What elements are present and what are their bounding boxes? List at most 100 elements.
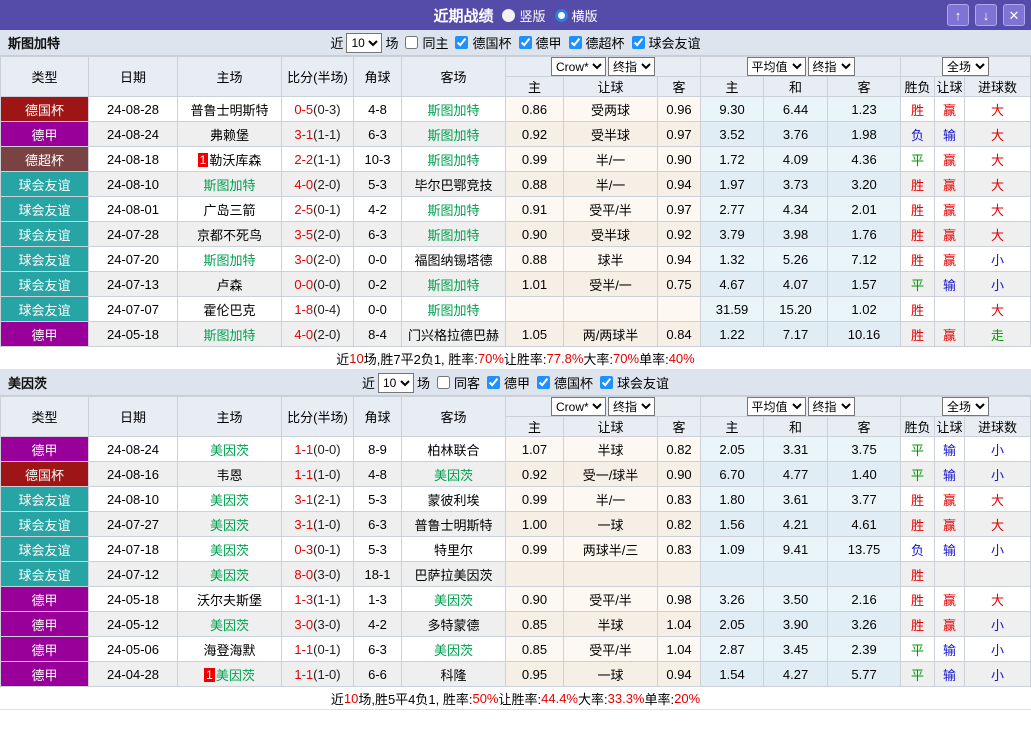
league-checkbox-0[interactable] <box>455 36 468 49</box>
same-venue-checkbox[interactable] <box>405 36 418 49</box>
away-team-name: 蒙彼利埃 <box>427 493 479 508</box>
home-team: 美因茨 <box>178 562 282 587</box>
avg-away: 13.75 <box>828 537 901 562</box>
avg-away: 1.76 <box>828 222 901 247</box>
away-team: 美因茨 <box>402 462 506 487</box>
close-button[interactable]: ✕ <box>1003 4 1025 26</box>
layout-radio-horizontal[interactable]: 横版 <box>555 6 598 25</box>
handicap-result: 赢 <box>935 487 965 512</box>
column-header-1: 日期 <box>89 397 178 437</box>
odds-company-select[interactable]: Crow* <box>551 397 606 416</box>
handicap-result: 赢 <box>935 197 965 222</box>
odds-away: 0.83 <box>658 537 701 562</box>
radio-unselected-icon[interactable] <box>502 9 515 22</box>
score-cell: 2-2(1-1) <box>282 147 354 172</box>
odds-handicap-line: 受半球 <box>564 222 658 247</box>
sub-header-0-0: 主 <box>506 417 564 437</box>
result-winloss: 平 <box>901 462 935 487</box>
final-odds-select[interactable]: 终指 <box>608 397 655 416</box>
odds-handicap-line: 受平/半 <box>564 587 658 612</box>
goals-result: 小 <box>965 437 1031 462</box>
summary-segment-9: 40% <box>669 351 695 366</box>
score-cell: 0-3(0-1) <box>282 537 354 562</box>
odds-handicap-line: 受两球 <box>564 97 658 122</box>
match-type-badge: 球会友谊 <box>1 297 89 322</box>
league-checkbox-3[interactable] <box>632 36 645 49</box>
corner-count: 10-3 <box>354 147 402 172</box>
summary-segment-3: 70% <box>478 351 504 366</box>
avg-away: 1.98 <box>828 122 901 147</box>
column-header-4: 角球 <box>354 57 402 97</box>
handicap-result: 赢 <box>935 97 965 122</box>
corner-count: 6-3 <box>354 512 402 537</box>
odds-handicap-line: 受平/半 <box>564 637 658 662</box>
summary-segment-1: 10 <box>344 691 358 706</box>
home-team: 弗赖堡 <box>178 122 282 147</box>
home-team: 美因茨 <box>178 612 282 637</box>
radio-selected-icon[interactable] <box>555 9 568 22</box>
match-date: 24-08-10 <box>89 487 178 512</box>
fulltime-select[interactable]: 全场 <box>942 57 989 76</box>
avg-away: 10.16 <box>828 322 901 347</box>
average-select[interactable]: 平均值 <box>747 397 806 416</box>
sub-header-0-1: 让球 <box>564 77 658 97</box>
final-odds-select[interactable]: 终指 <box>608 57 655 76</box>
recent-count-select[interactable]: 10 <box>346 33 382 53</box>
avg-draw: 6.44 <box>764 97 828 122</box>
result-winloss: 胜 <box>901 612 935 637</box>
league-checkbox-2[interactable] <box>569 36 582 49</box>
record-summary: 近10场,胜5平4负1, 胜率:50% 让胜率:44.4% 大率:33.3% 单… <box>0 687 1031 710</box>
away-team: 蒙彼利埃 <box>402 487 506 512</box>
avg-home: 1.97 <box>701 172 764 197</box>
goals-result: 大 <box>965 487 1031 512</box>
match-date: 24-08-18 <box>89 147 178 172</box>
match-type-badge: 球会友谊 <box>1 487 89 512</box>
avg-home: 2.05 <box>701 437 764 462</box>
score-cell: 0-5(0-3) <box>282 97 354 122</box>
away-team-name: 斯图加特 <box>427 278 479 293</box>
column-header-3: 比分(半场) <box>282 57 354 97</box>
odds-away: 0.82 <box>658 512 701 537</box>
league-checkbox-1[interactable] <box>537 376 550 389</box>
away-team-name: 普鲁士明斯特 <box>414 518 492 533</box>
match-type-badge: 德甲 <box>1 322 89 347</box>
move-up-button[interactable]: ↑ <box>947 4 969 26</box>
recent-count-select[interactable]: 10 <box>378 373 414 393</box>
fulltime-select[interactable]: 全场 <box>942 397 989 416</box>
home-team-name: 斯图加特 <box>203 328 255 343</box>
score-cell: 1-1(0-1) <box>282 637 354 662</box>
goals-result: 大 <box>965 147 1031 172</box>
final-odds-select[interactable]: 终指 <box>808 57 855 76</box>
average-select[interactable]: 平均值 <box>747 57 806 76</box>
fulltime-score: 3-1 <box>294 492 313 507</box>
avg-away: 5.77 <box>828 662 901 687</box>
odds-handicap-line: 一球 <box>564 662 658 687</box>
league-checkbox-0[interactable] <box>487 376 500 389</box>
league-label-0: 德国杯 <box>472 33 511 52</box>
avg-away <box>828 562 901 587</box>
fulltime-score: 4-0 <box>294 327 313 342</box>
match-type-badge: 球会友谊 <box>1 272 89 297</box>
avg-away: 3.26 <box>828 612 901 637</box>
avg-home: 31.59 <box>701 297 764 322</box>
final-odds-select[interactable]: 终指 <box>808 397 855 416</box>
title-bar: 近期战绩 竖版 横版 ↑ ↓ ✕ <box>0 0 1031 30</box>
odds-away: 1.04 <box>658 637 701 662</box>
handicap-result: 输 <box>935 637 965 662</box>
away-team-name: 科隆 <box>440 668 466 683</box>
away-team-name: 斯图加特 <box>427 128 479 143</box>
league-checkbox-2[interactable] <box>600 376 613 389</box>
league-label-1: 德国杯 <box>554 373 593 392</box>
move-down-button[interactable]: ↓ <box>975 4 997 26</box>
same-venue-checkbox[interactable] <box>437 376 450 389</box>
layout-radio-vertical[interactable]: 竖版 <box>502 6 545 25</box>
result-winloss: 胜 <box>901 197 935 222</box>
odds-home: 0.91 <box>506 197 564 222</box>
away-team: 美因茨 <box>402 637 506 662</box>
match-date: 24-08-28 <box>89 97 178 122</box>
odds-company-select[interactable]: Crow* <box>551 57 606 76</box>
away-team-name: 柏林联合 <box>427 443 479 458</box>
odds-away: 0.94 <box>658 662 701 687</box>
corner-count: 6-3 <box>354 122 402 147</box>
league-checkbox-1[interactable] <box>519 36 532 49</box>
